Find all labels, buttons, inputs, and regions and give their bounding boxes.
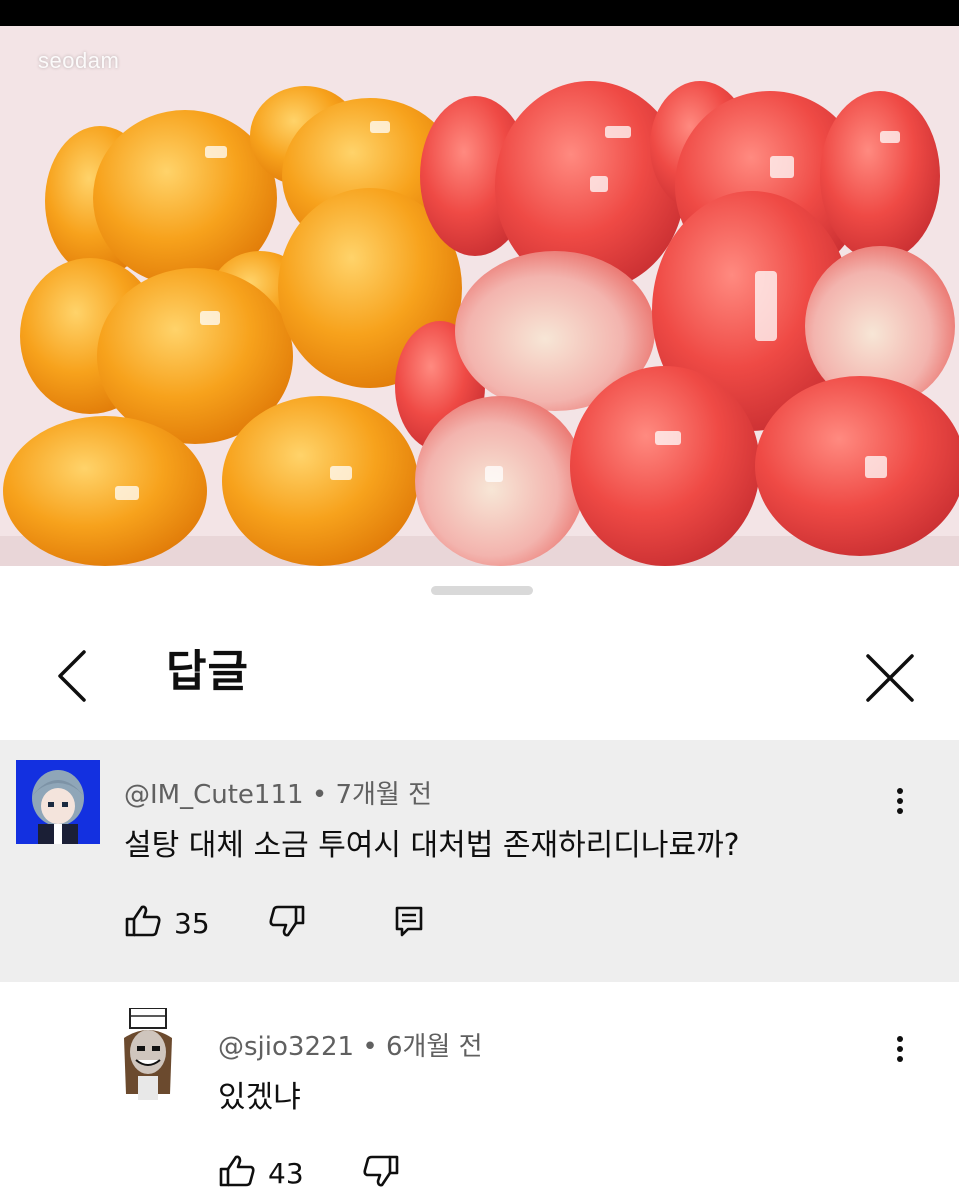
reply-comment: @sjio3221 • 6개월 전 있겠냐 43 xyxy=(0,982,959,1200)
more-vertical-icon[interactable] xyxy=(890,784,910,824)
thumbs-down-icon[interactable] xyxy=(362,1154,400,1192)
like-count: 43 xyxy=(268,1156,304,1190)
thumbs-down-icon[interactable] xyxy=(268,904,306,942)
orange-fruit-group xyxy=(3,86,462,566)
chevron-left-icon[interactable] xyxy=(52,648,92,704)
comment-meta: @IM_Cute111 • 7개월 전 xyxy=(124,774,432,811)
comment-author[interactable]: @IM_Cute111 xyxy=(124,780,304,810)
thumbs-up-icon[interactable] xyxy=(218,1154,256,1192)
close-icon[interactable] xyxy=(862,650,918,706)
reply-meta: @sjio3221 • 6개월 전 xyxy=(218,1026,483,1063)
like-count: 35 xyxy=(174,906,210,940)
channel-watermark: seodam xyxy=(38,48,120,73)
more-vertical-icon[interactable] xyxy=(890,1032,910,1072)
avatar[interactable] xyxy=(16,760,100,844)
reply-time: 6개월 전 xyxy=(385,1032,483,1062)
thumbs-up-icon[interactable] xyxy=(124,904,162,942)
meta-separator: • xyxy=(362,1032,378,1062)
meta-separator: • xyxy=(311,780,328,810)
drag-handle[interactable] xyxy=(431,586,533,595)
comment-actions: 35 xyxy=(124,904,424,942)
reply-text: 있겠냐 xyxy=(218,1080,301,1115)
reply-icon[interactable] xyxy=(394,905,424,941)
comment-text: 설탕 대체 소금 투여시 대처법 존재하리디나료까? xyxy=(124,828,740,863)
reply-author[interactable]: @sjio3221 xyxy=(218,1032,354,1062)
avatar[interactable] xyxy=(110,1008,186,1100)
video-player[interactable]: seodam xyxy=(0,26,959,566)
video-frame xyxy=(0,26,959,566)
comment-time: 7개월 전 xyxy=(335,780,433,810)
replies-sheet: 답글 @IM_Cute111 • 7개월 전 설탕 대체 소금 투여시 대처법 … xyxy=(0,566,959,1200)
strawberry-fruit-group xyxy=(395,81,959,566)
parent-comment: @IM_Cute111 • 7개월 전 설탕 대체 소금 투여시 대처법 존재하… xyxy=(0,740,959,982)
sheet-title: 답글 xyxy=(166,646,249,697)
status-bar xyxy=(0,0,959,26)
reply-actions: 43 xyxy=(218,1154,400,1192)
